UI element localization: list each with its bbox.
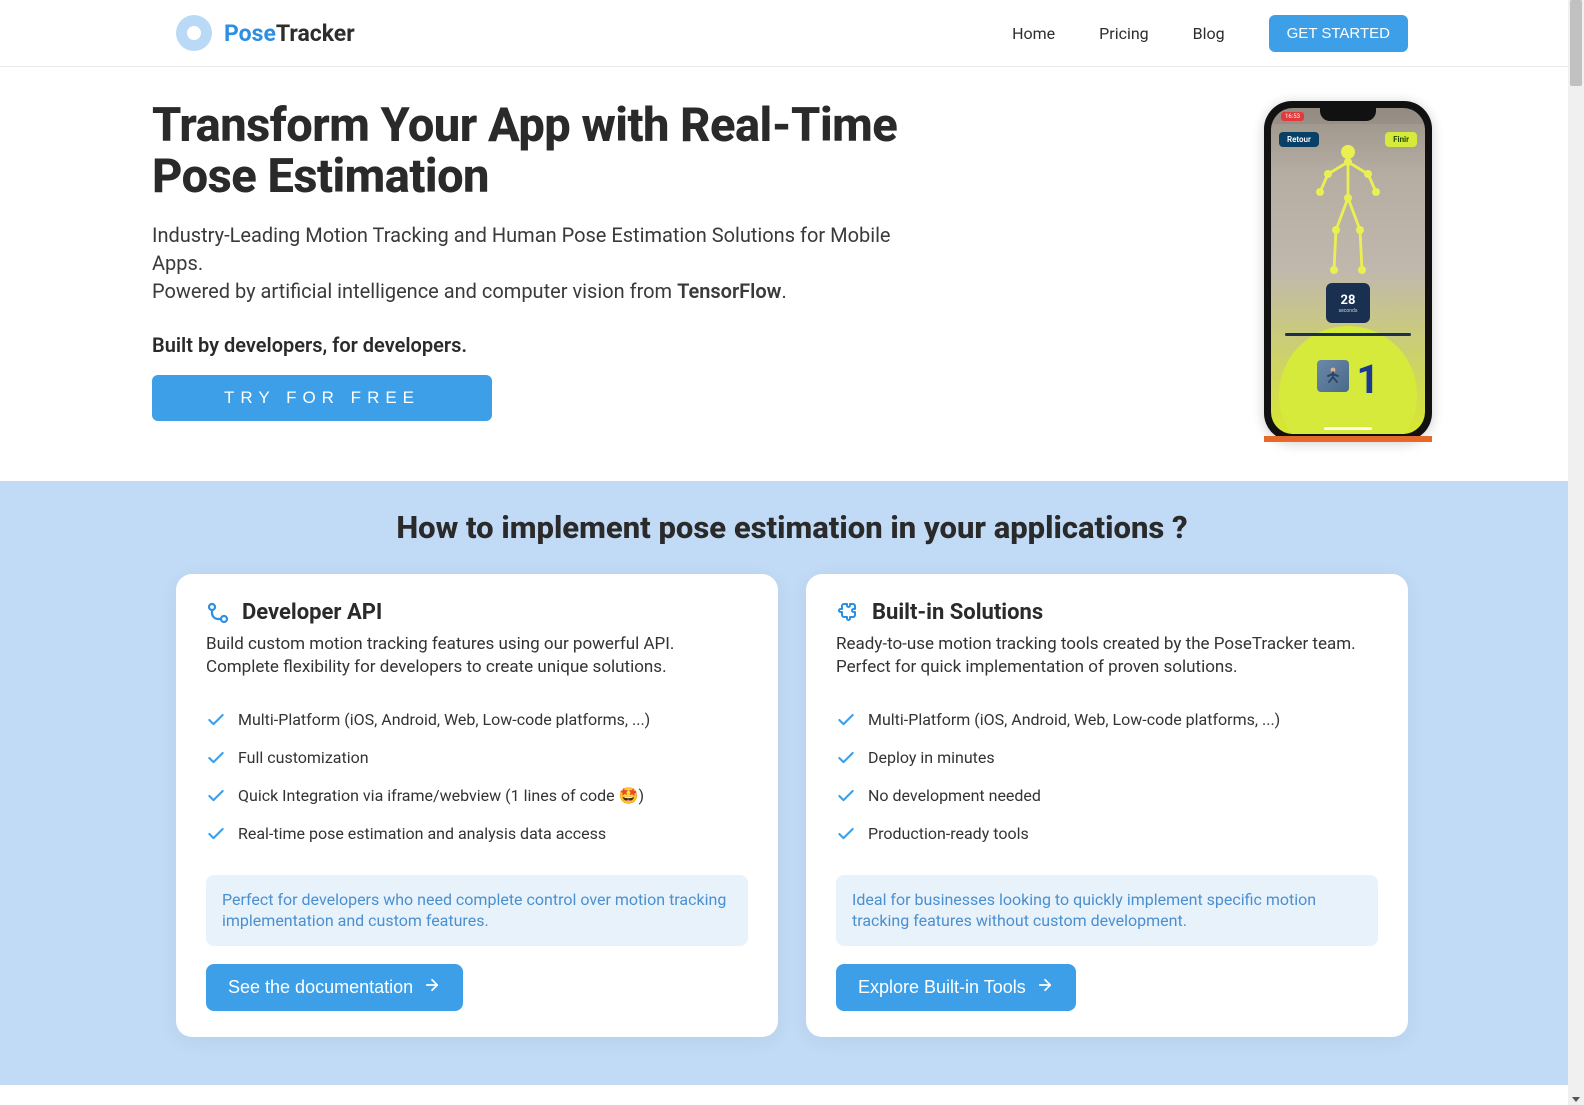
nav-home[interactable]: Home (1012, 24, 1055, 43)
puzzle-icon (836, 601, 860, 625)
cards-grid: Developer API Build custom motion tracki… (176, 574, 1408, 1037)
site-header: PoseTracker Home Pricing Blog GET STARTE… (0, 0, 1584, 67)
implement-heading: How to implement pose estimation in your… (176, 509, 1408, 546)
check-icon (836, 824, 856, 844)
card-cta-label: See the documentation (228, 977, 413, 998)
card-callout: Ideal for businesses looking to quickly … (836, 875, 1378, 946)
phone-mockup: 16:53 Retour Finir (1264, 101, 1432, 441)
hero-section: Transform Your App with Real-Time Pose E… (152, 67, 1432, 481)
list-item: Quick Integration via iframe/webview (1 … (206, 777, 748, 815)
check-icon (836, 748, 856, 768)
hero-text: Transform Your App with Real-Time Pose E… (152, 101, 1224, 441)
list-item: Full customization (206, 739, 748, 777)
phone-circle: 1 (1279, 326, 1417, 434)
card-cta-label: Explore Built-in Tools (858, 977, 1026, 998)
hero-title: Transform Your App with Real-Time Pose E… (152, 101, 992, 203)
phone-counter: 28 seconds (1326, 283, 1370, 323)
card-title: Built-in Solutions (872, 600, 1043, 625)
logo-mark-icon (176, 15, 212, 51)
hero-subtitle: Industry-Leading Motion Tracking and Hum… (152, 221, 932, 305)
logo-text: PoseTracker (224, 20, 355, 47)
feature-text: Multi-Platform (iOS, Android, Web, Low-c… (868, 710, 1280, 729)
check-icon (206, 710, 226, 730)
phone-time: 16:53 (1281, 112, 1304, 121)
scrollbar-thumb[interactable] (1570, 0, 1582, 86)
scrollbar-arrow-down-icon[interactable] (1572, 1097, 1580, 1102)
feature-text: Real-time pose estimation and analysis d… (238, 824, 606, 843)
scrollbar-vertical[interactable] (1568, 0, 1584, 1105)
nav-blog[interactable]: Blog (1193, 24, 1225, 43)
primary-nav: Home Pricing Blog GET STARTED (1012, 15, 1408, 52)
phone-counter-value: 28 (1341, 293, 1356, 308)
card-features: Multi-Platform (iOS, Android, Web, Low-c… (206, 701, 748, 853)
feature-text: Full customization (238, 748, 369, 767)
pose-skeleton-icon (1310, 140, 1386, 285)
phone-rep-count: 1 (1357, 360, 1380, 400)
check-icon (206, 824, 226, 844)
card-built-in-solutions: Built-in Solutions Ready-to-use motion t… (806, 574, 1408, 1037)
card-title: Developer API (242, 600, 382, 625)
feature-text: Production-ready tools (868, 824, 1029, 843)
card-features: Multi-Platform (iOS, Android, Web, Low-c… (836, 701, 1378, 853)
hero-subtitle-line1: Industry-Leading Motion Tracking and Hum… (152, 223, 891, 275)
feature-text: No development needed (868, 786, 1041, 805)
brand-part1: Pose (224, 20, 276, 47)
phone-retour-pill: Retour (1279, 132, 1319, 147)
list-item: Multi-Platform (iOS, Android, Web, Low-c… (206, 701, 748, 739)
implement-section: How to implement pose estimation in your… (0, 481, 1584, 1085)
arrow-right-icon (1036, 976, 1054, 999)
hero-subtitle-strong: TensorFlow (677, 279, 781, 303)
try-for-free-button[interactable]: TRY FOR FREE (152, 375, 492, 421)
see-documentation-button[interactable]: See the documentation (206, 964, 463, 1011)
card-callout: Perfect for developers who need complete… (206, 875, 748, 946)
list-item: No development needed (836, 777, 1378, 815)
feature-text: Multi-Platform (iOS, Android, Web, Low-c… (238, 710, 650, 729)
nav-pricing[interactable]: Pricing (1099, 24, 1149, 43)
explore-tools-button[interactable]: Explore Built-in Tools (836, 964, 1076, 1011)
list-item: Real-time pose estimation and analysis d… (206, 815, 748, 853)
check-icon (836, 710, 856, 730)
check-icon (206, 748, 226, 768)
phone-exercise-thumb-icon (1317, 360, 1349, 392)
logo[interactable]: PoseTracker (176, 15, 355, 51)
hero-tagline: Built by developers, for developers. (152, 333, 1224, 357)
check-icon (836, 786, 856, 806)
hero-subtitle-line2-post: . (781, 279, 786, 303)
list-item: Multi-Platform (iOS, Android, Web, Low-c… (836, 701, 1378, 739)
list-item: Production-ready tools (836, 815, 1378, 853)
card-developer-api: Developer API Build custom motion tracki… (176, 574, 778, 1037)
hero-subtitle-line2-pre: Powered by artificial intelligence and c… (152, 279, 677, 303)
list-item: Deploy in minutes (836, 739, 1378, 777)
phone-counter-label: seconds (1339, 308, 1358, 314)
card-desc: Build custom motion tracking features us… (206, 633, 748, 679)
feature-text: Deploy in minutes (868, 748, 995, 767)
brand-part2: Tracker (276, 20, 355, 47)
branch-icon (206, 601, 230, 625)
arrow-right-icon (423, 976, 441, 999)
card-desc: Ready-to-use motion tracking tools creat… (836, 633, 1378, 679)
check-icon (206, 786, 226, 806)
feature-text: Quick Integration via iframe/webview (1 … (238, 786, 644, 805)
phone-finir-pill: Finir (1385, 132, 1417, 147)
get-started-button[interactable]: GET STARTED (1269, 15, 1408, 52)
